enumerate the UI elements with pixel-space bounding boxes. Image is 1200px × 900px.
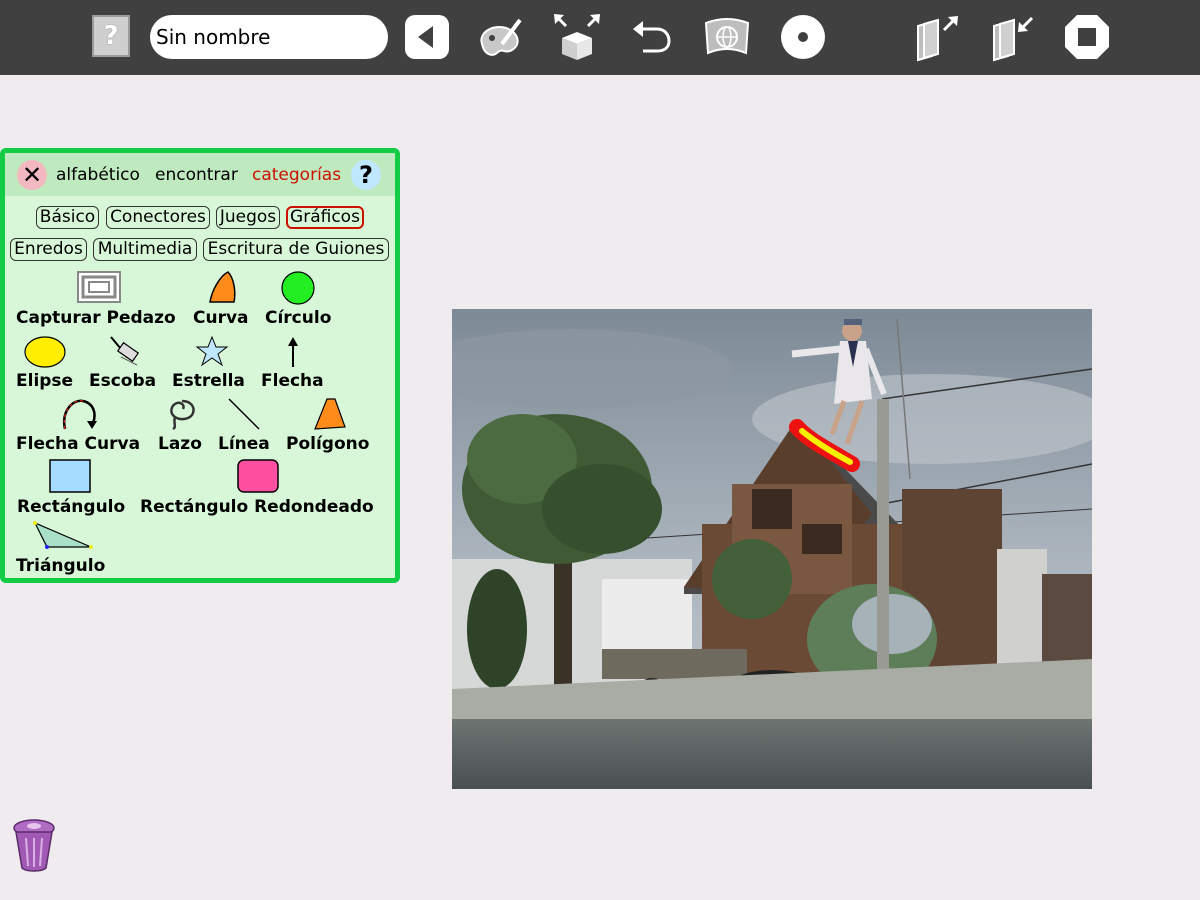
category-graphics[interactable]: Gráficos xyxy=(286,206,364,229)
tool-rectangle[interactable]: Rectángulo xyxy=(17,497,125,517)
tab-alphabetic[interactable]: alfabético xyxy=(56,165,140,185)
stop-icon xyxy=(1065,15,1109,59)
help-icon[interactable]: ? xyxy=(92,15,130,57)
category-connectors[interactable]: Conectores xyxy=(106,206,210,229)
box-arrows-icon xyxy=(554,14,600,60)
toolbar: ? xyxy=(0,0,1200,75)
web-icon xyxy=(704,18,750,55)
triangle-icon[interactable] xyxy=(31,521,95,555)
title-input[interactable] xyxy=(150,15,388,59)
category-games[interactable]: Juegos xyxy=(216,206,280,229)
web-button[interactable] xyxy=(700,10,754,64)
tool-curve[interactable]: Curva xyxy=(193,308,249,328)
category-basic[interactable]: Básico xyxy=(36,206,99,229)
polygon-icon[interactable] xyxy=(311,397,347,431)
tool-arrow[interactable]: Flecha xyxy=(261,371,324,391)
curve-icon[interactable] xyxy=(206,270,236,304)
broom-icon[interactable] xyxy=(107,335,141,367)
tool-star[interactable]: Estrella xyxy=(172,371,245,391)
tool-line[interactable]: Línea xyxy=(218,434,270,454)
back-icon xyxy=(405,15,449,59)
tool-capture-piece[interactable]: Capturar Pedazo xyxy=(16,308,176,328)
tab-find[interactable]: encontrar xyxy=(155,165,238,185)
supplies-palette: ✕ alfabético encontrar categorías ? Bási… xyxy=(0,148,400,583)
tool-circle[interactable]: Círculo xyxy=(265,308,331,328)
import-icon xyxy=(993,16,1034,62)
tool-rounded-rectangle[interactable]: Rectángulo Redondeado xyxy=(140,497,374,517)
tool-triangle[interactable]: Triángulo xyxy=(16,556,105,576)
paint-icon xyxy=(480,18,522,56)
record-icon xyxy=(781,15,825,59)
export-button[interactable] xyxy=(908,10,962,64)
lasso-icon[interactable] xyxy=(165,397,199,431)
stop-button[interactable] xyxy=(1060,10,1114,64)
ellipse-icon[interactable] xyxy=(23,335,67,369)
tool-broom[interactable]: Escoba xyxy=(89,371,156,391)
star-icon[interactable] xyxy=(195,335,229,367)
import-button[interactable] xyxy=(984,10,1038,64)
category-entanglements[interactable]: Enredos xyxy=(10,238,87,261)
rounded-rectangle-icon[interactable] xyxy=(237,459,279,493)
close-icon[interactable]: ✕ xyxy=(17,160,47,190)
tool-polygon[interactable]: Polígono xyxy=(286,434,369,454)
back-button[interactable] xyxy=(400,10,454,64)
tool-lasso[interactable]: Lazo xyxy=(158,434,202,454)
capture-piece-icon[interactable] xyxy=(77,271,121,303)
tab-categories[interactable]: categorías xyxy=(252,165,341,185)
palette-header: ✕ alfabético encontrar categorías ? xyxy=(5,153,395,196)
trash-icon[interactable] xyxy=(12,818,58,874)
undo-icon xyxy=(633,21,671,53)
undo-button[interactable] xyxy=(624,10,678,64)
help-icon[interactable]: ? xyxy=(351,160,381,190)
arrow-icon[interactable] xyxy=(285,335,301,369)
category-scripting[interactable]: Escritura de Guiones xyxy=(203,238,389,261)
curved-arrow-icon[interactable] xyxy=(59,397,99,431)
rectangle-icon[interactable] xyxy=(49,459,91,493)
line-icon[interactable] xyxy=(227,397,261,431)
tool-curved-arrow[interactable]: Flecha Curva xyxy=(16,434,140,454)
photo-image[interactable] xyxy=(452,309,1092,789)
tool-ellipse[interactable]: Elipse xyxy=(16,371,73,391)
record-button[interactable] xyxy=(776,10,830,64)
share-button[interactable] xyxy=(550,10,604,64)
circle-icon[interactable] xyxy=(280,271,316,305)
category-multimedia[interactable]: Multimedia xyxy=(93,238,197,261)
export-icon xyxy=(917,16,958,62)
paint-button[interactable] xyxy=(474,10,528,64)
